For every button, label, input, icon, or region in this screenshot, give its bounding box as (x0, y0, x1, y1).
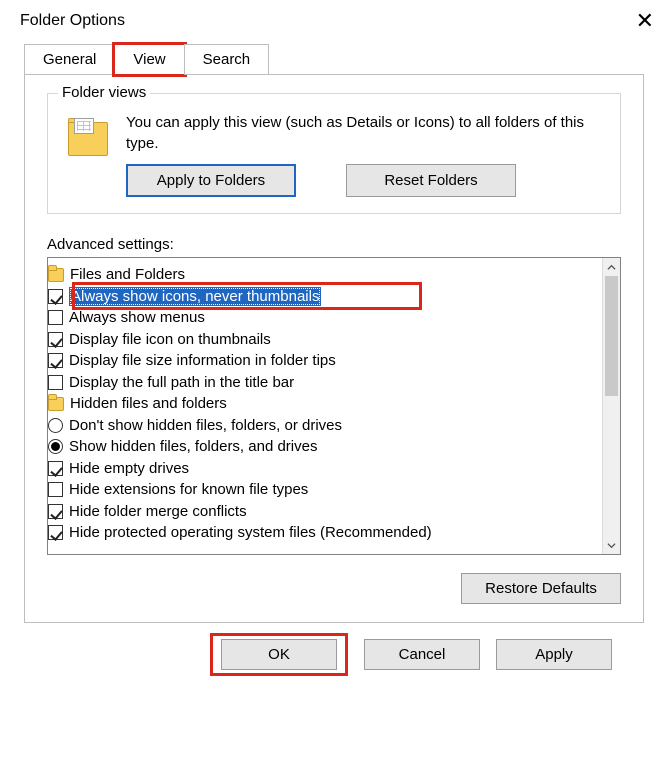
option-label: Always show icons, never thumbnails (69, 287, 321, 307)
option-label: Display the full path in the title bar (69, 373, 294, 393)
option-label: Show hidden files, folders, and drives (69, 437, 317, 457)
option-label: Display file icon on thumbnails (69, 330, 271, 350)
option-hide-empty-drives[interactable]: Hide empty drives (48, 458, 602, 480)
scrollbar-track[interactable] (603, 276, 620, 536)
option-label: Hide folder merge conflicts (69, 502, 247, 522)
tab-strip: General View Search (24, 44, 644, 75)
restore-defaults-button[interactable]: Restore Defaults (461, 573, 621, 604)
scroll-down-icon[interactable] (603, 536, 620, 554)
option-hide-protected-os[interactable]: Hide protected operating system files (R… (48, 522, 602, 544)
scrollbar-thumb[interactable] (605, 276, 618, 396)
advanced-settings-items: Files and Folders Always show icons, nev… (48, 258, 602, 554)
tab-search[interactable]: Search (184, 44, 270, 75)
dialog-content: General View Search Folder views You can… (0, 44, 668, 688)
advanced-settings-label: Advanced settings: (47, 236, 621, 253)
tab-general[interactable]: General (24, 44, 115, 75)
folder-icon (48, 397, 64, 411)
option-dont-show-hidden[interactable]: Don't show hidden files, folders, or dri… (48, 415, 602, 437)
tree-node-files-and-folders: Files and Folders (48, 264, 602, 286)
checkbox-icon[interactable] (48, 461, 63, 476)
checkbox-icon[interactable] (48, 353, 63, 368)
tab-panel-view: Folder views You can apply this view (su… (24, 74, 644, 623)
folder-views-description: You can apply this view (such as Details… (126, 112, 604, 154)
advanced-settings-list: Files and Folders Always show icons, nev… (47, 257, 621, 555)
option-label: Hide empty drives (69, 459, 189, 479)
checkbox-icon[interactable] (48, 332, 63, 347)
checkbox-icon[interactable] (48, 482, 63, 497)
checkbox-icon[interactable] (48, 525, 63, 540)
option-label: Display file size information in folder … (69, 351, 336, 371)
tab-view[interactable]: View (114, 44, 184, 75)
window-title: Folder Options (20, 12, 125, 30)
option-display-file-icon[interactable]: Display file icon on thumbnails (48, 329, 602, 351)
scroll-up-icon[interactable] (603, 258, 620, 276)
apply-to-folders-button[interactable]: Apply to Folders (126, 164, 296, 197)
option-hide-folder-merge[interactable]: Hide folder merge conflicts (48, 501, 602, 523)
radio-icon[interactable] (48, 418, 63, 433)
folder-options-icon (64, 116, 112, 160)
option-display-full-path[interactable]: Display the full path in the title bar (48, 372, 602, 394)
folder-views-group: Folder views You can apply this view (su… (47, 93, 621, 214)
option-hide-extensions[interactable]: Hide extensions for known file types (48, 479, 602, 501)
scrollbar[interactable] (602, 258, 620, 554)
close-icon[interactable]: ✕ (636, 10, 654, 32)
titlebar: Folder Options ✕ (0, 0, 668, 40)
option-display-file-size[interactable]: Display file size information in folder … (48, 350, 602, 372)
checkbox-icon[interactable] (48, 289, 63, 304)
option-always-show-icons[interactable]: Always show icons, never thumbnails (48, 286, 602, 308)
ok-button[interactable]: OK (221, 639, 337, 670)
checkbox-icon[interactable] (48, 504, 63, 519)
apply-button[interactable]: Apply (496, 639, 612, 670)
cancel-button[interactable]: Cancel (364, 639, 480, 670)
option-always-show-menus[interactable]: Always show menus (48, 307, 602, 329)
folder-views-legend: Folder views (58, 84, 150, 101)
reset-folders-button[interactable]: Reset Folders (346, 164, 516, 197)
checkbox-icon[interactable] (48, 310, 63, 325)
radio-icon[interactable] (48, 439, 63, 454)
tree-label: Hidden files and folders (70, 394, 227, 414)
folder-icon (48, 268, 64, 282)
option-show-hidden[interactable]: Show hidden files, folders, and drives (48, 436, 602, 458)
option-label: Always show menus (69, 308, 205, 328)
option-label: Don't show hidden files, folders, or dri… (69, 416, 342, 436)
dialog-action-row: OK Cancel Apply (24, 623, 644, 670)
checkbox-icon[interactable] (48, 375, 63, 390)
tree-label: Files and Folders (70, 265, 185, 285)
tree-node-hidden-files: Hidden files and folders (48, 393, 602, 415)
option-label: Hide extensions for known file types (69, 480, 308, 500)
option-label: Hide protected operating system files (R… (69, 523, 432, 543)
